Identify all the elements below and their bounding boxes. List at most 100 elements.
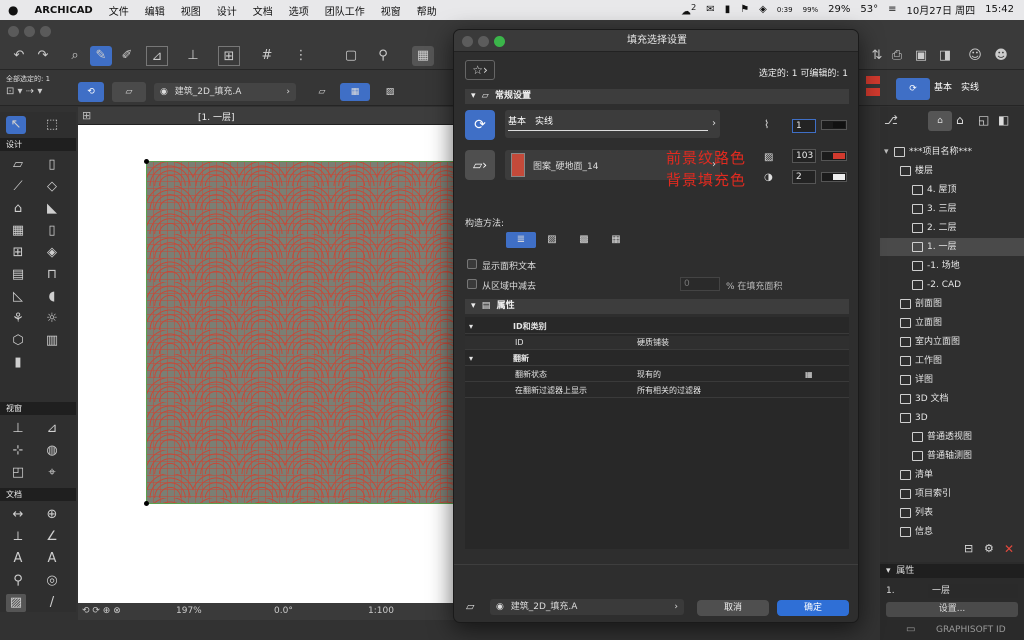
rotation-value[interactable]: 0.0° (274, 606, 293, 616)
story-name-field[interactable]: 一层 (928, 584, 1018, 598)
app-menu[interactable]: ARCHICAD (26, 5, 100, 16)
close-window-button[interactable] (8, 26, 19, 37)
fill-gradient-icon[interactable]: ▨ (380, 83, 400, 101)
window-tool-icon[interactable]: ⊞ (8, 244, 28, 262)
menu-window[interactable]: 视窗 (373, 3, 409, 18)
camera-tool-icon[interactable]: ⌖ (42, 464, 62, 482)
line-pen-swatch[interactable] (821, 120, 847, 130)
subtract-field[interactable]: 0 (680, 277, 720, 291)
settings-view-icon[interactable]: ⚙ (984, 542, 994, 555)
slab-tool-icon[interactable]: ◇ (42, 178, 62, 196)
fill-type-icon[interactable]: ▱ (112, 82, 146, 102)
zoom-controls-icon[interactable]: ⟲ ⟳ ⊕ ⊗ (82, 606, 121, 616)
toolbox-section-design[interactable]: 设计 (0, 138, 76, 151)
nav-item[interactable]: -2. CAD (880, 276, 1024, 294)
line-type-icon[interactable]: ⟳ (465, 110, 495, 140)
beam-tool-icon[interactable]: ⟋ (8, 178, 28, 196)
undo-icon[interactable]: ↶ (8, 46, 30, 66)
door-tool-icon[interactable]: ▯ (42, 222, 62, 240)
renovation-group[interactable]: ▾ 翻新 (465, 352, 849, 366)
renovation-filter-icon[interactable]: ▦ (805, 368, 813, 382)
menu-options[interactable]: 选项 (281, 3, 317, 18)
view-tab-floorplan[interactable]: [1. 一层] (198, 110, 234, 123)
ok-button[interactable]: 确定 (777, 600, 849, 616)
roof-tool-icon[interactable]: ⌂ (8, 200, 28, 218)
property-row-id[interactable]: ID 硬质铺装 (465, 336, 849, 350)
cancel-button[interactable]: 取消 (697, 600, 769, 616)
settings-button[interactable]: 设置... (886, 602, 1018, 617)
dimension-tool-icon[interactable]: ↔ (8, 506, 28, 524)
mesh-tool-icon[interactable]: ◺ (8, 288, 28, 306)
view-grid-icon[interactable]: ⊞ (82, 109, 91, 122)
menu-teamwork[interactable]: 团队工作 (317, 3, 373, 18)
delete-view-icon[interactable]: ✕ (1004, 542, 1014, 556)
object-tool-icon[interactable]: ⚘ (8, 310, 28, 328)
pen-swatch-1[interactable] (866, 76, 880, 84)
ortho-icon[interactable]: ⊿ (146, 46, 168, 66)
bg-pen-swatch[interactable] (821, 172, 847, 182)
snap-icon[interactable]: ⊞ (218, 46, 240, 66)
fill-tool-icon[interactable]: ▨ (6, 594, 26, 612)
apple-icon[interactable]: ● (0, 3, 26, 17)
bluetooth-icon[interactable]: ◈ (759, 4, 767, 15)
toolbox-section-document[interactable]: 文档 (0, 488, 76, 501)
shell-tool-icon[interactable]: ◣ (42, 200, 62, 218)
wechat-icon[interactable]: ✉ (706, 4, 714, 15)
control-center-icon[interactable]: ≡ (888, 4, 896, 15)
panel-icon[interactable]: ▭ (906, 624, 915, 635)
lamp-tool-icon[interactable]: ☼ (42, 310, 62, 328)
publish-icon[interactable]: ⎙ (886, 46, 908, 66)
render-icon[interactable]: ◨ (934, 46, 956, 66)
nav-item[interactable]: 工作图 (880, 352, 1024, 370)
change-tool-icon[interactable]: ◎ (42, 572, 62, 590)
railing-tool-icon[interactable]: ⊓ (42, 266, 62, 284)
stats-icon[interactable]: ▮ (725, 4, 731, 15)
nav-item[interactable]: 3D 文档 (880, 390, 1024, 408)
layer-selector-footer[interactable]: ◉ 建筑_2D_填充.A › (490, 599, 684, 615)
column-tool-icon[interactable]: ▯ (42, 156, 62, 174)
menu-help[interactable]: 帮助 (409, 3, 445, 18)
nav-item[interactable]: 列表 (880, 504, 1024, 522)
worksheet-tool-icon[interactable]: ◍ (42, 442, 62, 460)
construction-cover-icon[interactable]: ▩ (574, 232, 594, 248)
show-area-checkbox[interactable] (467, 259, 477, 269)
grid-icon[interactable]: # (256, 46, 278, 66)
curtain-wall-tool-icon[interactable]: ▦ (8, 222, 28, 240)
nav-item[interactable]: 立面图 (880, 314, 1024, 332)
fg-pen-field[interactable]: 103 (792, 149, 816, 163)
snap-points-icon[interactable]: ⋮ (290, 46, 312, 66)
line-type-selector[interactable]: 基本 实线 › (505, 110, 720, 138)
notification-icon[interactable]: ☁2 (681, 2, 696, 17)
menu-edit[interactable]: 编辑 (137, 3, 173, 18)
zoom-value[interactable]: 197% (176, 606, 202, 616)
graphisoft-id[interactable]: GRAPHISOFT ID (936, 625, 1006, 635)
toolbox-section-viewpoint[interactable]: 视窗 (0, 402, 76, 415)
id-category-group[interactable]: ▾ ID和类别 (465, 320, 849, 334)
interior-elev-tool-icon[interactable]: ⊹ (8, 442, 28, 460)
general-settings-header[interactable]: ▾ ▱ 常规设置 (465, 89, 849, 104)
shape-icon[interactable]: ▢ (340, 46, 362, 66)
line-tool-icon[interactable]: / (42, 594, 62, 612)
text-tool-icon[interactable]: A (8, 550, 28, 568)
fg-pen-swatch[interactable] (821, 151, 847, 161)
construction-cut-icon[interactable]: ▨ (542, 232, 562, 248)
properties-header[interactable]: ▾ 属性 (880, 564, 1024, 578)
nav-item[interactable]: 4. 屋顶 (880, 181, 1024, 199)
stair-tool-icon[interactable]: ▤ (8, 266, 28, 284)
arrange-icon[interactable]: ⊡ ▾ ⇢ ▾ (6, 86, 42, 97)
minimize-window-button[interactable] (24, 26, 35, 37)
fill-handle-bl[interactable] (144, 501, 149, 506)
beam-frame-tool-icon[interactable]: ▥ (42, 332, 62, 350)
fill-type-menu-icon[interactable]: ▱› (465, 150, 495, 180)
eyedropper-icon[interactable]: ✐ (116, 46, 138, 66)
publisher-icon[interactable]: ◧ (998, 113, 1009, 127)
layout-book-icon[interactable]: ◱ (978, 113, 989, 127)
model-icon[interactable]: ▣ (910, 46, 932, 66)
suspend-groups-icon[interactable]: ⚲ (372, 46, 394, 66)
property-row-renovation-filter[interactable]: 在翻新过滤器上显示 所有相关的过滤器 (465, 384, 849, 398)
teamwork-icon[interactable]: ⇅ (866, 46, 888, 66)
menu-file[interactable]: 文件 (101, 3, 137, 18)
label-tool-icon[interactable]: A (42, 550, 62, 568)
morph-tool-icon[interactable]: ◖ (42, 288, 62, 306)
scale-value[interactable]: 1:100 (368, 606, 394, 616)
